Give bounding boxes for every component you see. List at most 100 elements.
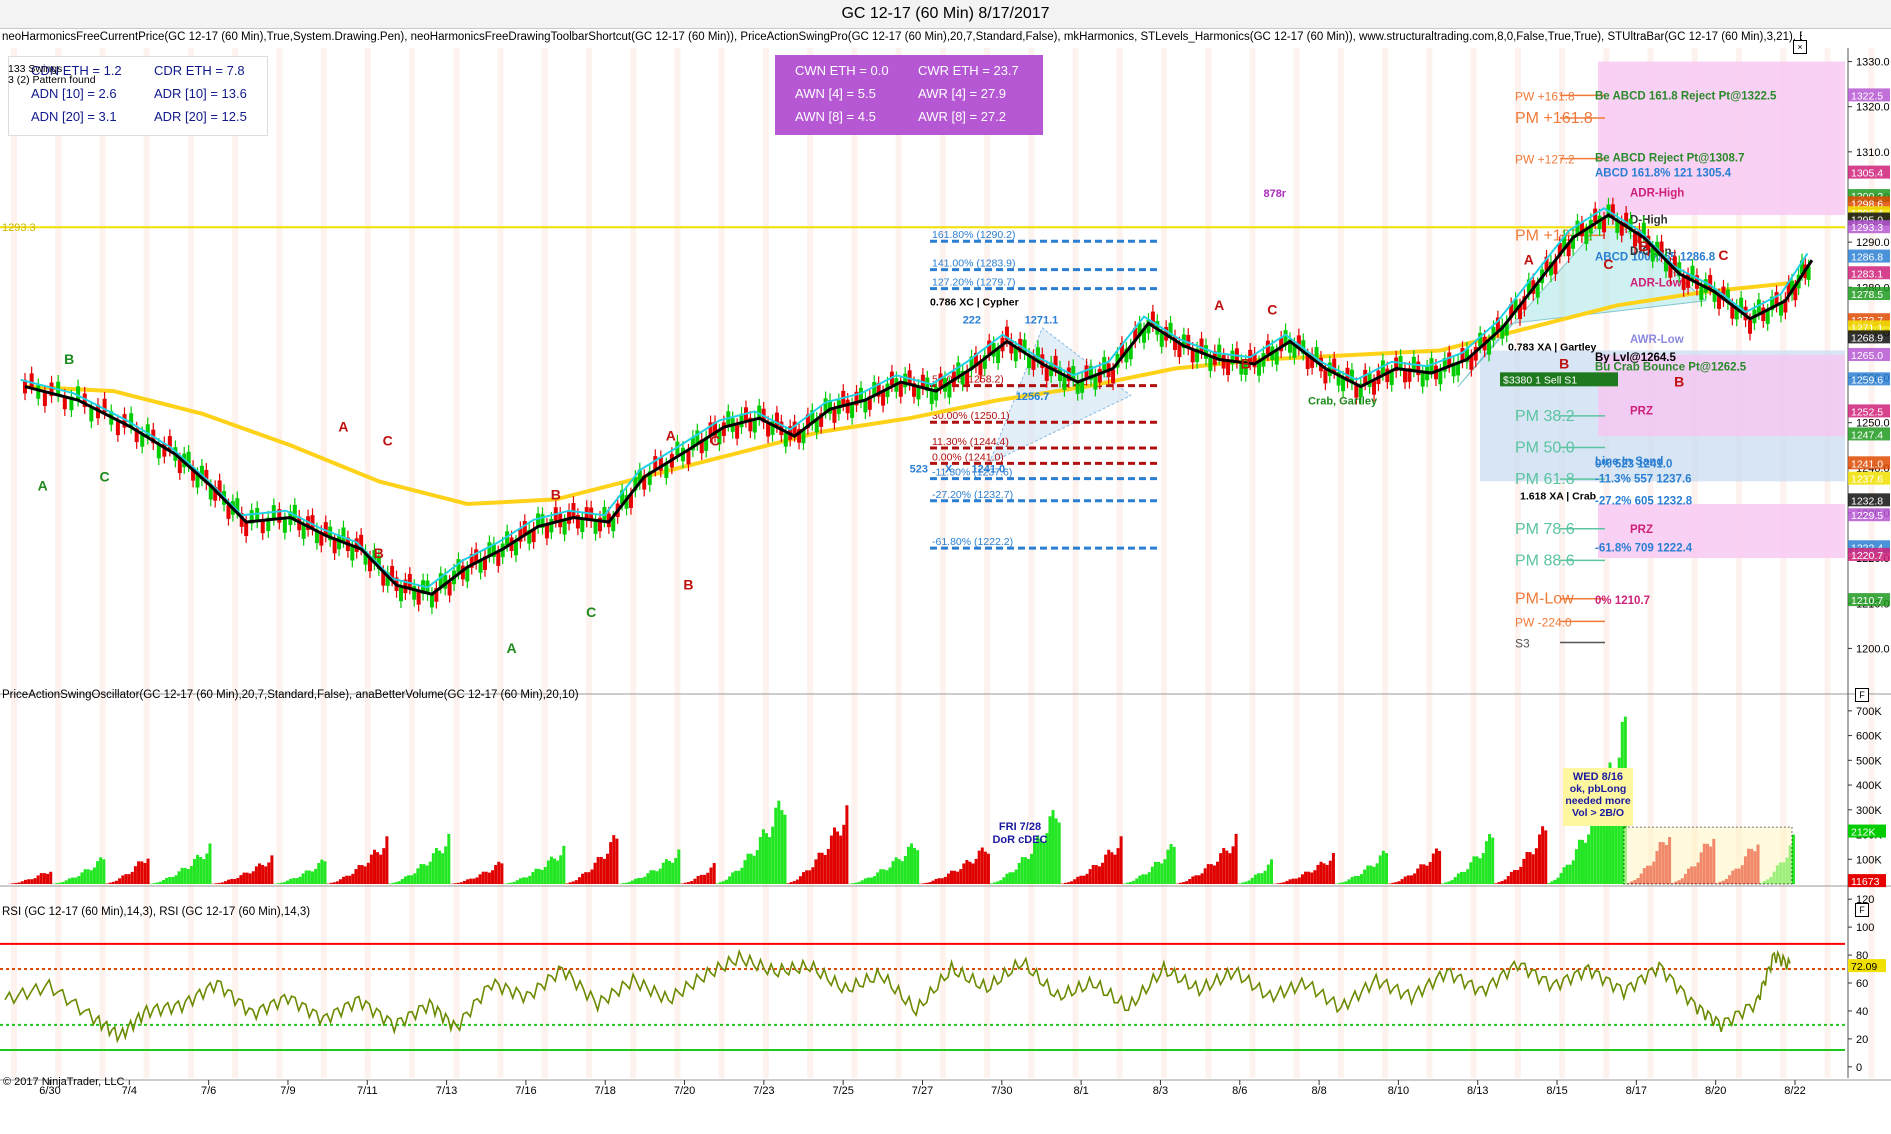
volume-bar (971, 863, 975, 884)
volume-bar (829, 835, 833, 884)
swing-letter: A (1524, 252, 1534, 268)
volume-bar (823, 854, 827, 884)
volume-bar (1104, 854, 1108, 884)
volume-bar (1014, 869, 1018, 884)
volume-bar (690, 881, 694, 884)
chart-canvas[interactable]: 1293.3 161.80% (1290.2) 141.00% (1283.9) 12… (0, 28, 1891, 1134)
volume-bar (1372, 866, 1376, 884)
volume-bar (734, 870, 738, 884)
price-badge-label: 1286.8 (1851, 252, 1883, 264)
volume-bar (394, 882, 398, 884)
volume-bar (1166, 849, 1170, 884)
volume-bar (171, 876, 175, 884)
volume-bar (168, 876, 172, 884)
price-tick-label: 1330.0 (1856, 57, 1890, 69)
volume-bar (1534, 848, 1538, 884)
volume-bar (71, 877, 75, 884)
panel-3-float-button[interactable]: F (1855, 903, 1869, 917)
date-tick-label: 8/13 (1467, 1085, 1488, 1097)
volume-bar (646, 873, 650, 884)
price-badge-label: 1247.4 (1851, 429, 1883, 441)
volume-bar (599, 857, 603, 884)
volume-bar (771, 826, 775, 884)
annotation-dor: DoR cDEC (992, 834, 1047, 846)
volume-bar (749, 853, 753, 884)
volume-bar (1322, 863, 1326, 884)
volume-bar (285, 880, 289, 884)
session-band (1382, 48, 1389, 1078)
volume-bar (199, 856, 203, 884)
volume-bar (661, 862, 665, 884)
swing-letter: A (38, 477, 48, 493)
volume-bar (55, 883, 59, 884)
candle-body (1257, 362, 1262, 376)
volume-bar (183, 867, 187, 884)
weekly-range-panel: CWN ETH = 0.0 CWR ETH = 23.7 AWN [4] = 5… (775, 55, 1043, 135)
volume-bar (33, 878, 37, 884)
volume-bar (1459, 871, 1463, 884)
volume-bar (888, 867, 892, 884)
date-tick-label: 7/13 (436, 1085, 457, 1097)
candle-body (156, 444, 161, 459)
candle-body (447, 581, 452, 596)
level-annotation: PRZ (1630, 405, 1653, 417)
volume-bar (1528, 852, 1532, 884)
volume-bar (307, 870, 311, 884)
volume-bar (728, 876, 732, 884)
volume-bar (922, 883, 926, 884)
volume-bar (931, 880, 935, 884)
candle-body (1416, 361, 1421, 376)
session-band (895, 48, 902, 1078)
volume-bar (1441, 883, 1445, 884)
volume-bar (379, 854, 383, 884)
volume-bar (721, 881, 725, 884)
rsi-tick-label: 60 (1856, 978, 1868, 990)
candle-body (1208, 357, 1213, 371)
annotation-wed-2: ok, pbLong (1570, 783, 1627, 795)
volume-bar (42, 873, 46, 884)
volume-bar (897, 859, 901, 884)
volume-bar (335, 881, 339, 884)
volume-bar (894, 857, 898, 884)
volume-bar (913, 847, 917, 884)
close-drawing-icon[interactable]: × (1793, 40, 1807, 54)
volume-bar (990, 883, 993, 884)
candle-body (1389, 371, 1394, 385)
volume-bar (553, 858, 557, 884)
volume-bar (189, 865, 193, 884)
level-annotation: D-High (1630, 215, 1668, 227)
volume-bar (1466, 869, 1470, 884)
volume-bar (373, 849, 376, 884)
price-badge-label: 1210.7 (1851, 595, 1883, 607)
volume-bar (475, 877, 479, 884)
level-annotation: 0% 523 1241.0 (1595, 458, 1672, 470)
volume-bar (314, 868, 318, 884)
level-annotation: AWR-Low (1630, 334, 1684, 346)
date-tick-label: 7/9 (280, 1085, 295, 1097)
volume-bar (817, 852, 821, 884)
date-tick-label: 7/30 (991, 1085, 1012, 1097)
volume-bar (574, 880, 578, 884)
session-band (762, 48, 769, 1078)
candle-body (341, 527, 346, 542)
volume-bar (202, 859, 206, 884)
volume-bar (1160, 863, 1164, 884)
volume-bar (366, 862, 370, 884)
price-tick-label: 1310.0 (1856, 147, 1890, 159)
volume-bar (587, 872, 591, 884)
volume-bar (606, 853, 610, 884)
volume-bar (30, 879, 34, 884)
volume-bar (1257, 873, 1261, 884)
volume-bar (833, 827, 836, 884)
volume-bar (14, 882, 18, 884)
volume-bar (1413, 873, 1417, 884)
annotation-cypher: 0.786 XC | Cypher (930, 296, 1019, 308)
volume-bar (986, 853, 990, 884)
volume-bar (965, 860, 969, 884)
volume-bar (1212, 865, 1216, 884)
volume-bar (279, 882, 283, 884)
annotation-wed-3: needed more (1565, 795, 1631, 807)
panel-2-float-button[interactable]: F (1855, 688, 1869, 702)
volume-bar (332, 882, 336, 884)
stat-awr-4: AWR [4] = 27.9 (918, 86, 1007, 101)
